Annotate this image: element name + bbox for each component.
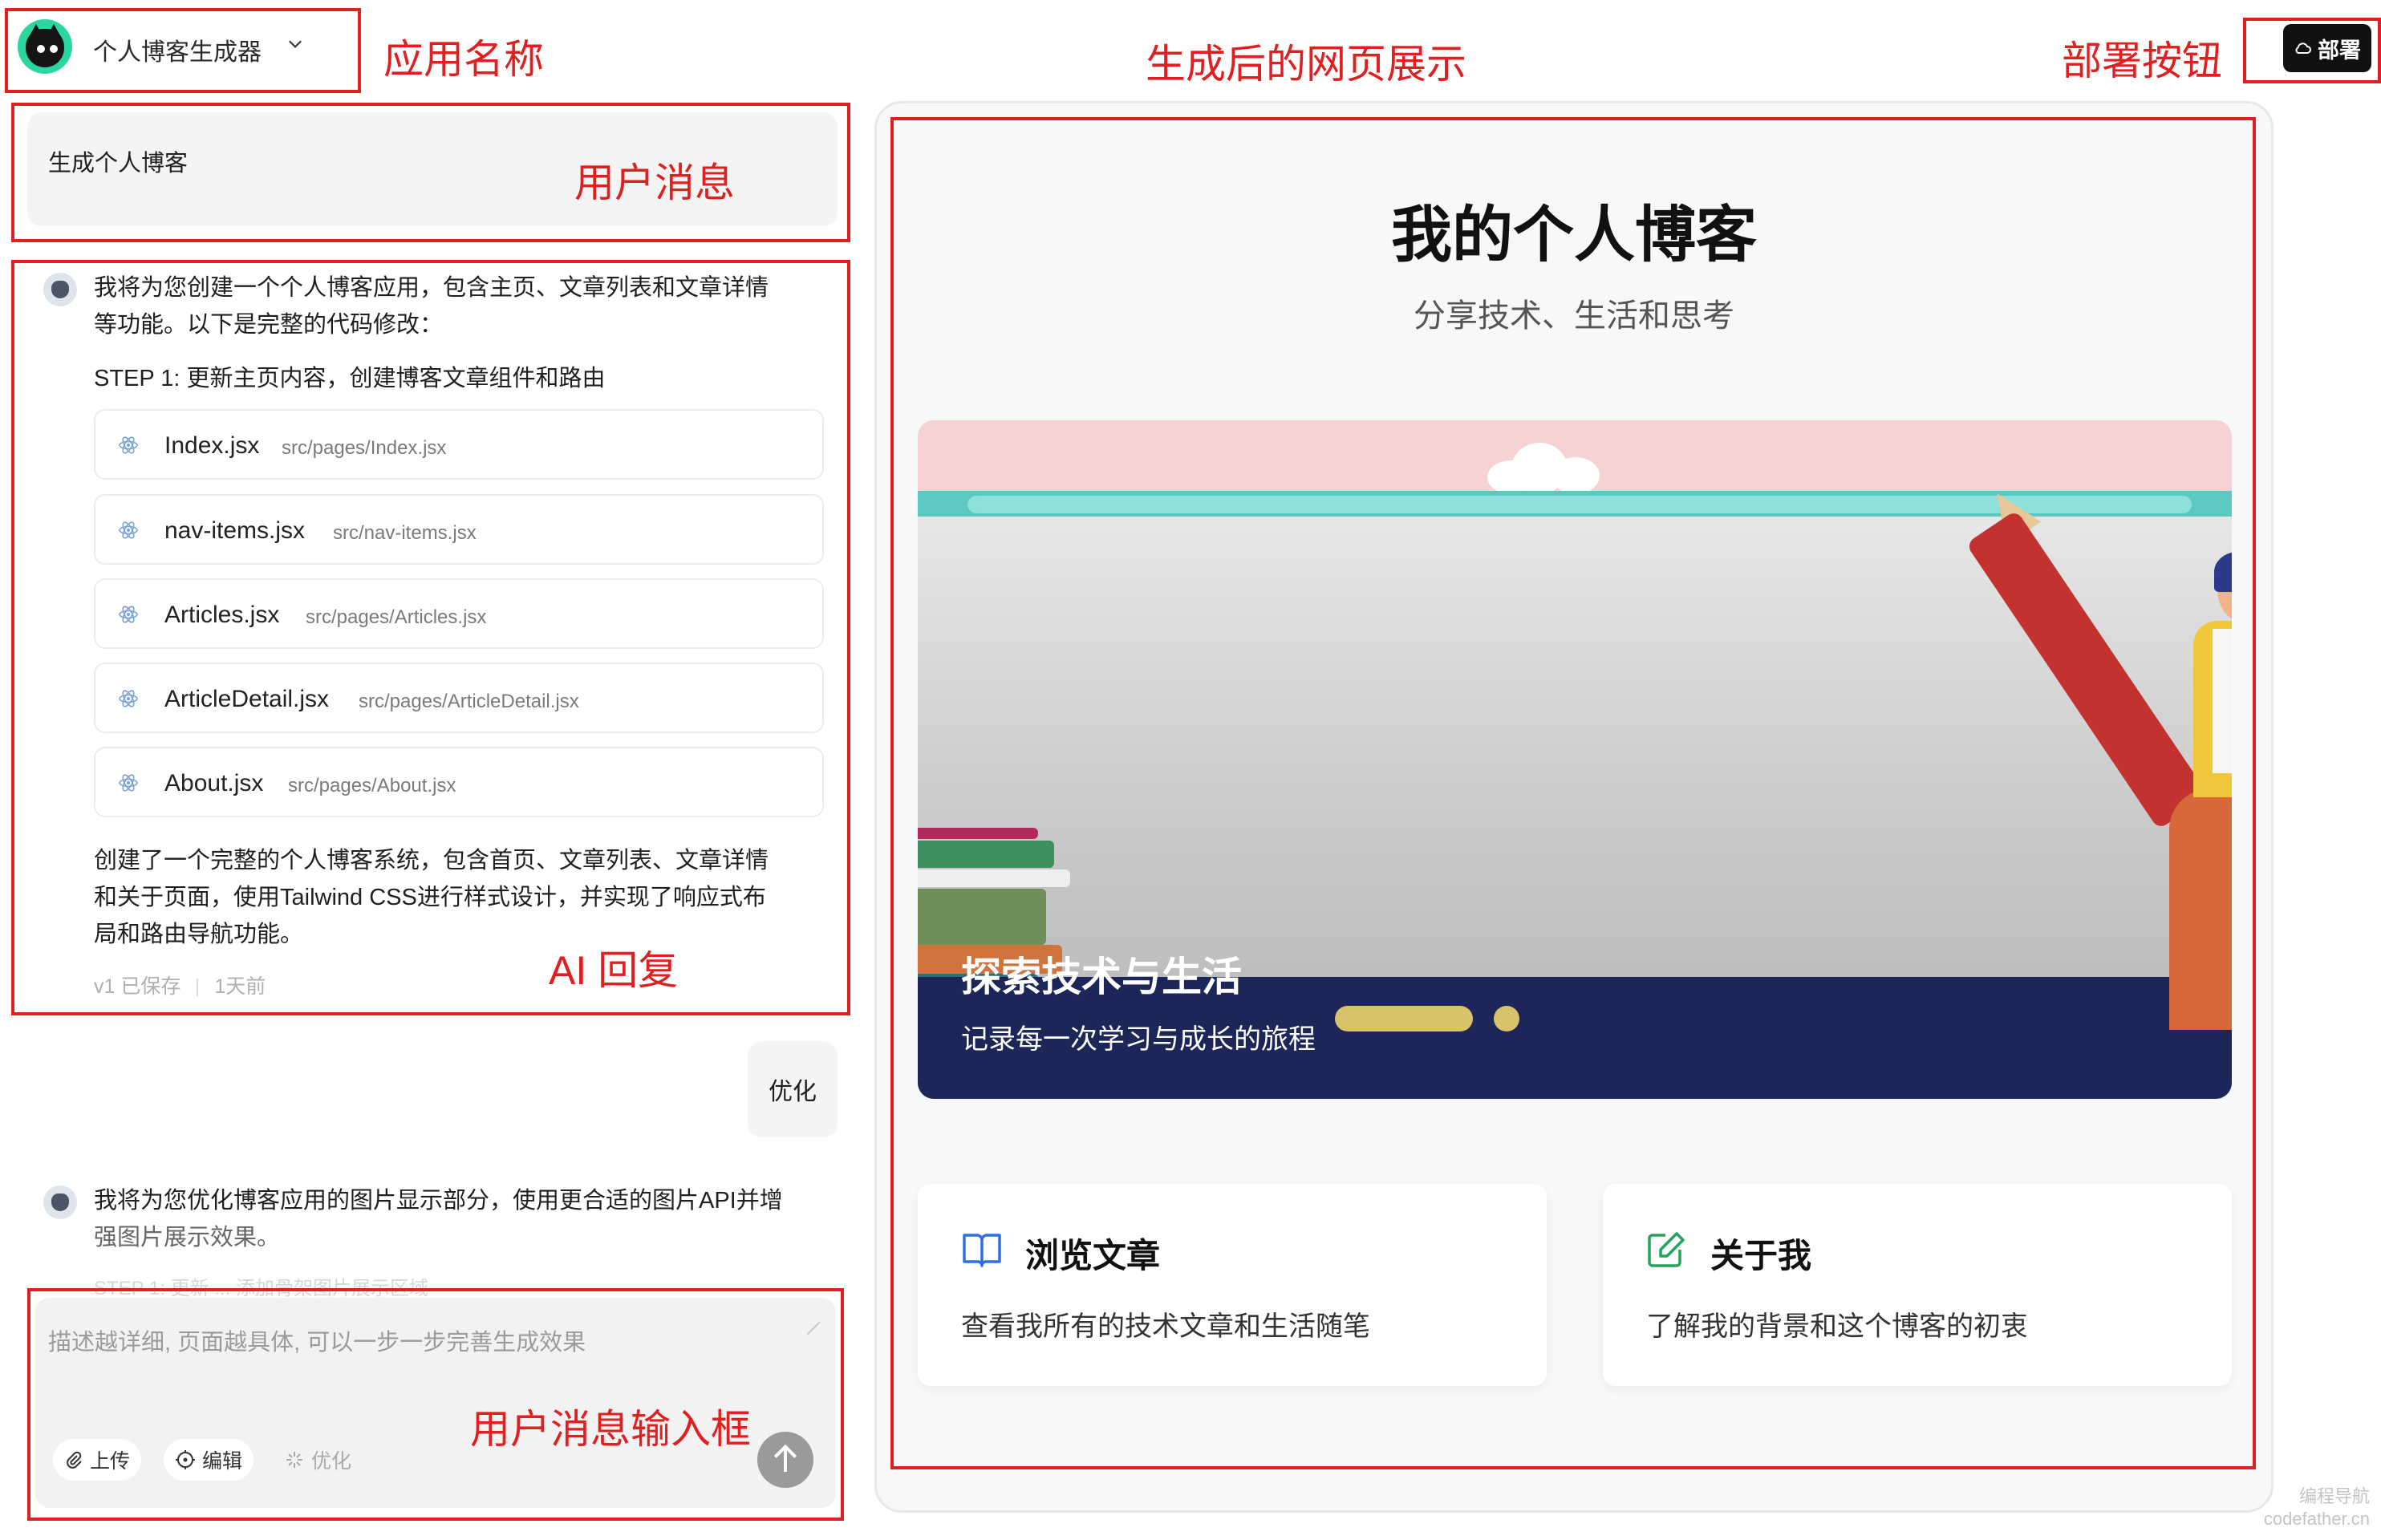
watermark-line: 编程导航 [2298,1486,2370,1506]
annotation-ai-reply: AI 回复 [549,948,679,993]
annotation-box-app-name [5,8,361,93]
ai-avatar [43,1185,77,1219]
annotation-box-deploy [2243,18,2381,83]
watermark-line: codefather.cn [2263,1509,2370,1529]
user-message-text: 优化 [769,1079,817,1105]
watermark: 编程导航 codefather.cn [2264,1485,2370,1530]
annotation-input-box: 用户消息输入框 [470,1407,751,1452]
annotation-box-preview [890,117,2256,1469]
ai-reply-line: 强图片展示效果。 [94,1225,281,1250]
annotation-user-message: 用户消息 [574,160,735,205]
annotation-app-name: 应用名称 [383,37,544,82]
annotation-preview: 生成后的网页展示 [1146,42,1466,87]
annotation-box-ai-reply [11,260,850,1015]
annotation-deploy: 部署按钮 [2062,38,2222,83]
user-message-bubble: 优化 [748,1041,838,1137]
ai-reply-line: 我将为您优化博客应用的图片显示部分，使用更合适的图片API并增 [94,1188,783,1214]
